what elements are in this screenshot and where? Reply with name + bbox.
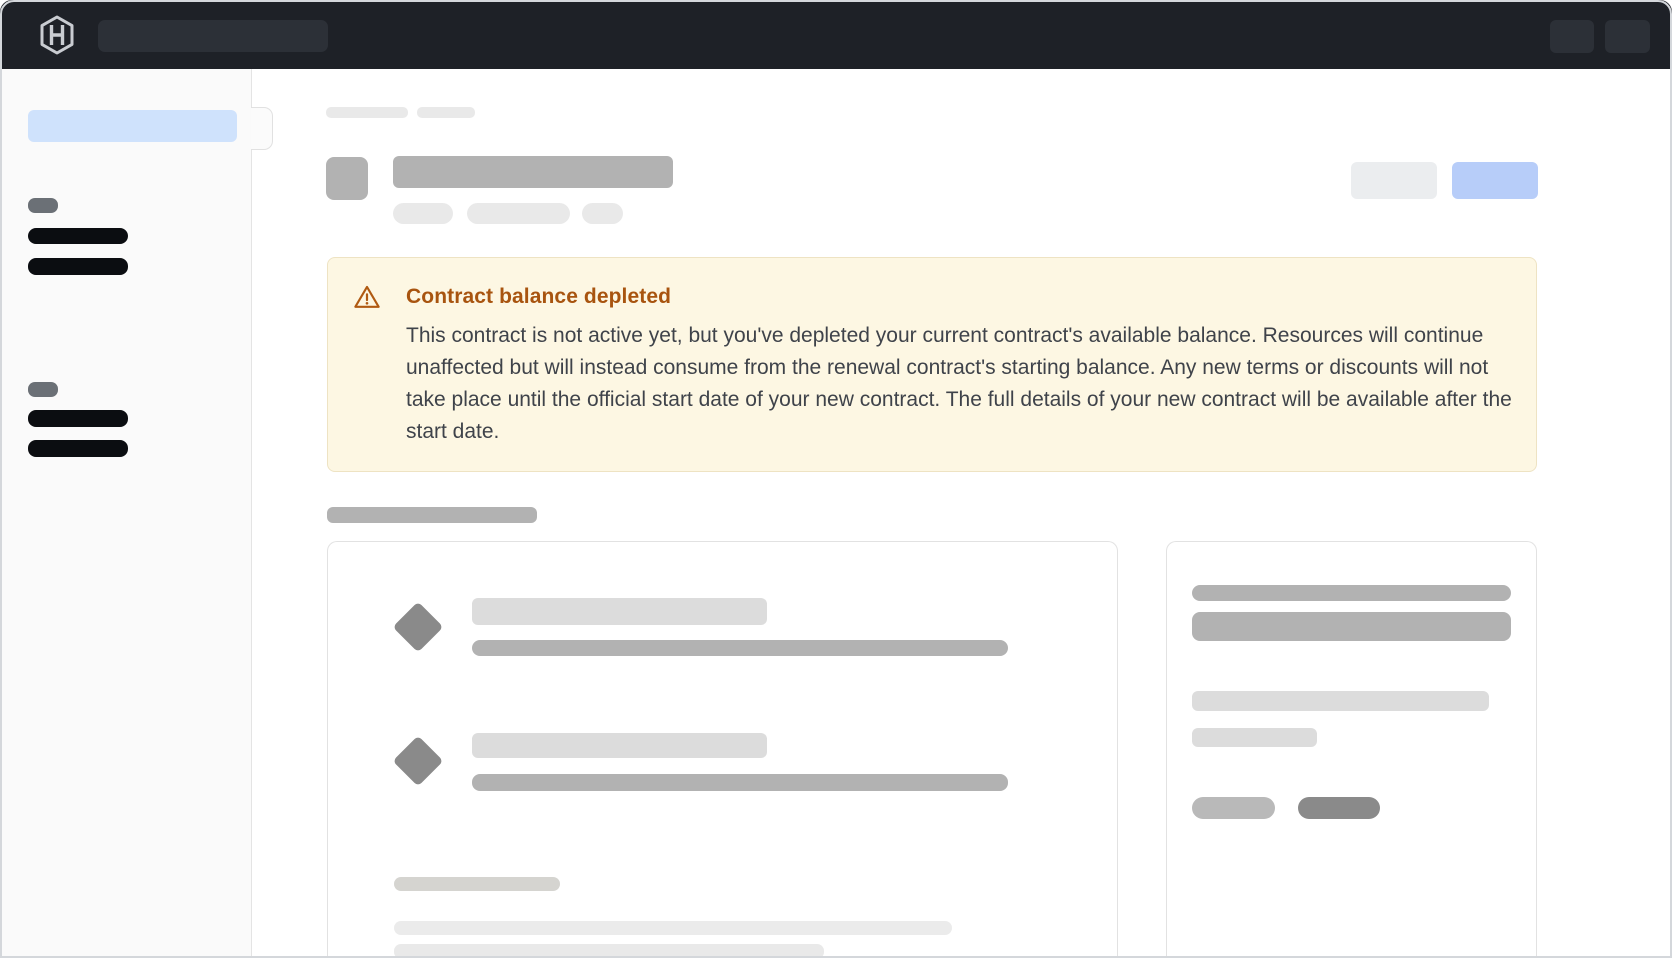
alert-title: Contract balance depleted (406, 285, 671, 309)
sidebar-nav-item-placeholder[interactable] (28, 228, 128, 244)
detail-card (1166, 541, 1537, 958)
sidebar-active-item-placeholder[interactable] (28, 110, 237, 142)
list-card (327, 541, 1118, 958)
card-footer-label-placeholder (394, 877, 560, 891)
sidebar-nav-item-placeholder[interactable] (28, 410, 128, 427)
detail-line-placeholder (1192, 691, 1489, 711)
diamond-icon (393, 602, 444, 653)
card-footer-line-placeholder (394, 944, 824, 958)
sidebar-section-label-placeholder-1 (28, 198, 58, 213)
primary-button-placeholder[interactable] (1452, 162, 1538, 199)
detail-line-placeholder (1192, 728, 1317, 747)
topbar-action-placeholder-1[interactable] (1550, 20, 1594, 53)
alert-body: This contract is not active yet, but you… (406, 320, 1516, 448)
card-footer-line-placeholder (394, 921, 952, 935)
breadcrumb-placeholder (417, 107, 475, 118)
warning-alert: Contract balance depleted This contract … (327, 257, 1537, 472)
sidebar-section-label-placeholder-2 (28, 382, 58, 397)
warning-triangle-icon (353, 283, 381, 316)
topbar-action-placeholder-2[interactable] (1605, 20, 1650, 53)
topbar-search-placeholder[interactable] (98, 20, 328, 52)
page-icon-placeholder (326, 157, 368, 200)
topbar (0, 0, 1672, 69)
list-item-title-placeholder (472, 598, 767, 625)
app-window: Contract balance depleted This contract … (0, 0, 1672, 958)
page-title-placeholder (393, 156, 673, 188)
list-item-title-placeholder (472, 733, 767, 758)
detail-pill-button-placeholder[interactable] (1298, 797, 1380, 819)
list-item-subtitle-placeholder (472, 774, 1008, 791)
page-badge-placeholder (467, 203, 570, 224)
hashicorp-logo-icon[interactable] (38, 14, 76, 56)
detail-pill-button-placeholder[interactable] (1192, 797, 1275, 819)
detail-heading-placeholder (1192, 585, 1511, 601)
section-title-placeholder (327, 507, 537, 523)
page-badge-placeholder (582, 203, 623, 224)
sidebar-collapse-handle[interactable] (251, 107, 273, 150)
secondary-button-placeholder[interactable] (1351, 162, 1437, 199)
detail-heading-placeholder (1192, 612, 1511, 641)
sidebar-nav-item-placeholder[interactable] (28, 440, 128, 457)
breadcrumb-placeholder (326, 107, 408, 118)
list-item-subtitle-placeholder (472, 640, 1008, 656)
sidebar-nav-item-placeholder[interactable] (28, 258, 128, 275)
diamond-icon (393, 736, 444, 787)
sidebar (0, 69, 252, 958)
page-badge-placeholder (393, 203, 453, 224)
